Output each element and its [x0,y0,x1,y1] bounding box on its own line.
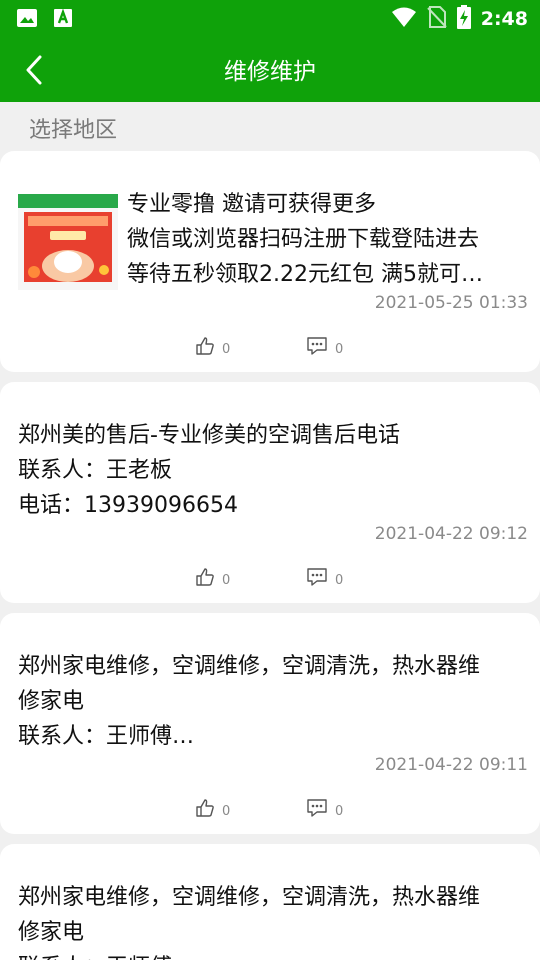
system-indicators: 2:48 [391,5,528,33]
post-date: 2021-04-22 09:12 [374,524,528,544]
post-line: 等待五秒领取2.22元红包 满5就可… [127,262,483,287]
comment-icon [307,799,327,817]
post-line: 郑州家电维修，空调维修，空调清洗，热水器维 [18,885,481,910]
region-selector[interactable]: 选择地区 [29,112,117,144]
post-card[interactable]: 郑州美的售后-专业修美的空调售后电话 联系人：王老板 电话：1393909665… [0,382,540,603]
clock: 2:48 [480,8,528,30]
post-card[interactable]: 郑州家电维修，空调维修，空调清洗，热水器维 修家电 联系人：王师傅… [0,844,540,960]
post-line: 郑州家电维修，空调维修，空调清洗，热水器维 [18,654,481,679]
comment-count: 0 [335,804,344,819]
app-bar: 维修维护 [0,36,540,102]
like-button[interactable]: 0 [195,567,230,587]
post-line: 电话：13939096654 [18,493,238,518]
post-content: 专业零撸 邀请可获得更多 微信或浏览器扫码注册下载登陆进去 等待五秒领取2.22… [127,187,526,292]
status-bar: 2:48 [0,0,540,36]
wifi-icon [391,6,417,32]
comment-button[interactable]: 0 [306,336,343,356]
like-button[interactable]: 0 [195,336,230,356]
post-line: 联系人：王师傅… [18,724,195,749]
no-sim-icon [427,5,447,33]
notification-icons [16,8,74,28]
comment-count: 0 [335,573,344,588]
app-a-icon [52,8,74,28]
post-line: 修家电 [18,920,85,945]
post-line: 联系人：王老板 [18,458,173,483]
battery-charging-icon [456,5,471,33]
comment-count: 0 [335,342,344,357]
like-count: 0 [222,342,231,357]
post-card[interactable]: 专业零撸 邀请可获得更多 微信或浏览器扫码注册下载登陆进去 等待五秒领取2.22… [0,151,540,372]
like-count: 0 [222,573,231,588]
comment-icon [307,337,327,355]
comment-button[interactable]: 0 [306,567,343,587]
post-card[interactable]: 郑州家电维修，空调维修，空调清洗，热水器维 修家电 联系人：王师傅… 2021-… [0,613,540,834]
thumbs-up-icon [196,337,214,355]
post-content: 郑州家电维修，空调维修，空调清洗，热水器维 修家电 联系人：王师傅… [18,649,526,754]
post-thumbnail [18,194,118,290]
post-date: 2021-04-22 09:11 [374,755,528,775]
thumbs-up-icon [196,799,214,817]
post-content: 郑州美的售后-专业修美的空调售后电话 联系人：王老板 电话：1393909665… [18,418,526,523]
comment-button[interactable]: 0 [306,798,343,818]
post-content: 郑州家电维修，空调维修，空调清洗，热水器维 修家电 联系人：王师傅… [18,880,526,960]
post-line: 修家电 [18,689,85,714]
image-icon [16,8,38,28]
post-line: 专业零撸 邀请可获得更多 [127,192,376,217]
post-line: 联系人：王师傅… [18,950,526,960]
comment-icon [307,568,327,586]
post-line: 郑州美的售后-专业修美的空调售后电话 [18,423,400,448]
page-title: 维修维护 [224,59,316,85]
thumbs-up-icon [196,568,214,586]
like-count: 0 [222,804,231,819]
post-date: 2021-05-25 01:33 [374,293,528,313]
post-line: 微信或浏览器扫码注册下载登陆进去 [127,227,480,252]
like-button[interactable]: 0 [195,798,230,818]
